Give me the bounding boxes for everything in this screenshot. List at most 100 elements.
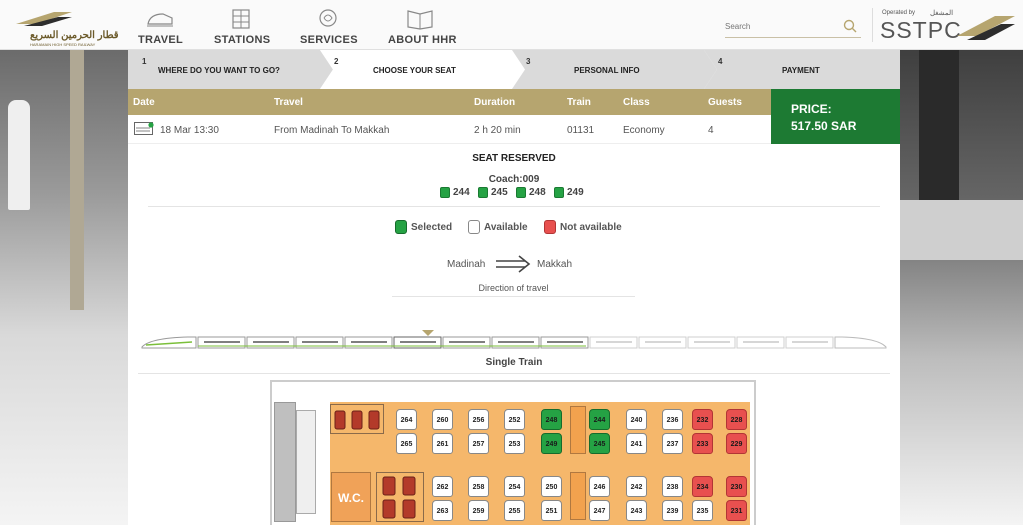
services-icon	[319, 9, 337, 27]
book-icon	[407, 10, 433, 30]
sstpc-logo-text: SSTPC	[880, 17, 962, 43]
divider	[138, 373, 890, 374]
search-input[interactable]	[725, 16, 835, 37]
seat-245[interactable]: 245	[589, 433, 610, 454]
seat-259[interactable]: 259	[468, 500, 489, 521]
trip-class: Economy	[623, 125, 665, 136]
seat-255[interactable]: 255	[504, 500, 525, 521]
price-value: 517.50 SAR	[791, 119, 857, 133]
nav-travel[interactable]: TRAVEL	[138, 0, 183, 50]
step-number: 2	[334, 57, 339, 66]
divider	[148, 206, 880, 207]
seat-256[interactable]: 256	[468, 409, 489, 430]
train-icon	[147, 13, 173, 27]
search-box	[725, 16, 861, 38]
seat-264[interactable]: 264	[396, 409, 417, 430]
step-label: CHOOSE YOUR SEAT	[373, 66, 456, 75]
direction-to: Makkah	[537, 259, 573, 270]
seat-246[interactable]: 246	[589, 476, 610, 497]
direction-from: Madinah	[447, 259, 486, 270]
seat-262[interactable]: 262	[432, 476, 453, 497]
header-class: Class	[623, 97, 650, 108]
seat-247[interactable]: 247	[589, 500, 610, 521]
nav-about[interactable]: ABOUT HHR	[388, 0, 457, 50]
seat-261[interactable]: 261	[432, 433, 453, 454]
header-guests: Guests	[708, 97, 742, 108]
nav-services[interactable]: SERVICES	[300, 0, 358, 50]
nav-stations-label: STATIONS	[214, 34, 271, 46]
seat-reserved-title: SEAT RESERVED	[472, 153, 556, 164]
reserved-seat-number: 248	[529, 187, 546, 198]
luggage-icon	[382, 476, 416, 519]
direction-arrow-icon	[496, 255, 531, 273]
seat-244[interactable]: 244	[589, 409, 610, 430]
sstpc-logo-icon	[957, 16, 1015, 40]
nav-about-label: ABOUT HHR	[388, 34, 457, 46]
seat-table	[570, 472, 586, 520]
seat-260[interactable]: 260	[432, 409, 453, 430]
seat-257[interactable]: 257	[468, 433, 489, 454]
seat-235[interactable]: 235	[692, 500, 713, 521]
seat-228: 228	[726, 409, 747, 430]
trip-guests: 4	[708, 125, 714, 136]
train-overview	[141, 330, 887, 349]
seat-258[interactable]: 258	[468, 476, 489, 497]
trip-duration: 2 h 20 min	[474, 125, 521, 136]
operated-by-label-ar: المشغل	[930, 10, 954, 17]
station-icon	[232, 9, 250, 29]
operated-by-label: Operated by	[882, 10, 916, 16]
legend-available-label: Available	[484, 222, 528, 233]
seat-251[interactable]: 251	[541, 500, 562, 521]
reserved-seat-number: 244	[453, 187, 470, 198]
ticket-icon	[134, 122, 154, 135]
header-train: Train	[567, 97, 591, 108]
reserved-seat-number: 249	[567, 187, 584, 198]
legend-selected-label: Selected	[411, 222, 453, 233]
step-personal-info[interactable]: 3 PERSONAL INFO	[512, 50, 717, 89]
coach-seat-map: W.C. 264 260 256 252 248 244 240 236 232 228 265 26…	[270, 380, 756, 525]
header-divider	[872, 8, 873, 42]
direction-caption: Direction of travel	[392, 283, 635, 297]
booking-steps: 1 WHERE DO YOU WANT TO GO? 2 CHOOSE YOUR…	[128, 50, 900, 89]
booking-panel: 1 WHERE DO YOU WANT TO GO? 2 CHOOSE YOUR…	[128, 50, 900, 525]
logo-text-en: HARAMAIN HIGH SPEED RAILWAY	[30, 42, 96, 47]
luggage-icon	[334, 410, 380, 430]
seat-table	[570, 406, 586, 454]
seat-250[interactable]: 250	[541, 476, 562, 497]
nav-services-label: SERVICES	[300, 34, 358, 46]
nav-stations[interactable]: STATIONS	[214, 0, 271, 50]
seat-252[interactable]: 252	[504, 409, 525, 430]
seat-254[interactable]: 254	[504, 476, 525, 497]
station-photo-left	[0, 50, 128, 525]
seat-242[interactable]: 242	[626, 476, 647, 497]
seat-240[interactable]: 240	[626, 409, 647, 430]
seat-239[interactable]: 239	[662, 500, 683, 521]
coach-door	[274, 402, 296, 522]
seat-230: 230	[726, 476, 747, 497]
seat-249[interactable]: 249	[541, 433, 562, 454]
seat-243[interactable]: 243	[626, 500, 647, 521]
seat-237[interactable]: 237	[662, 433, 683, 454]
seat-236[interactable]: 236	[662, 409, 683, 430]
luggage-rack	[330, 404, 384, 434]
reserved-seat-number: 245	[491, 187, 508, 198]
seat-263[interactable]: 263	[432, 500, 453, 521]
legend-not-available-label: Not available	[560, 222, 622, 233]
seat-238[interactable]: 238	[662, 476, 683, 497]
train-type-label: Single Train	[485, 357, 543, 368]
header-travel: Travel	[274, 97, 303, 108]
search-icon[interactable]	[843, 19, 857, 33]
step-where[interactable]: 1 WHERE DO YOU WANT TO GO?	[128, 50, 333, 89]
coach-vestibule	[296, 410, 316, 514]
step-number: 3	[526, 57, 531, 66]
seat-265[interactable]: 265	[396, 433, 417, 454]
seat-233: 233	[692, 433, 713, 454]
seat-248[interactable]: 248	[541, 409, 562, 430]
seat-241[interactable]: 241	[626, 433, 647, 454]
step-payment[interactable]: 4 PAYMENT	[704, 50, 900, 89]
step-choose-seat[interactable]: 2 CHOOSE YOUR SEAT	[320, 50, 525, 89]
step-number: 4	[718, 57, 723, 66]
hhr-logo[interactable]: قطار الحرمين السريع HARAMAIN HIGH SPEED …	[8, 6, 119, 47]
coach-label: Coach:009	[488, 174, 540, 185]
seat-253[interactable]: 253	[504, 433, 525, 454]
